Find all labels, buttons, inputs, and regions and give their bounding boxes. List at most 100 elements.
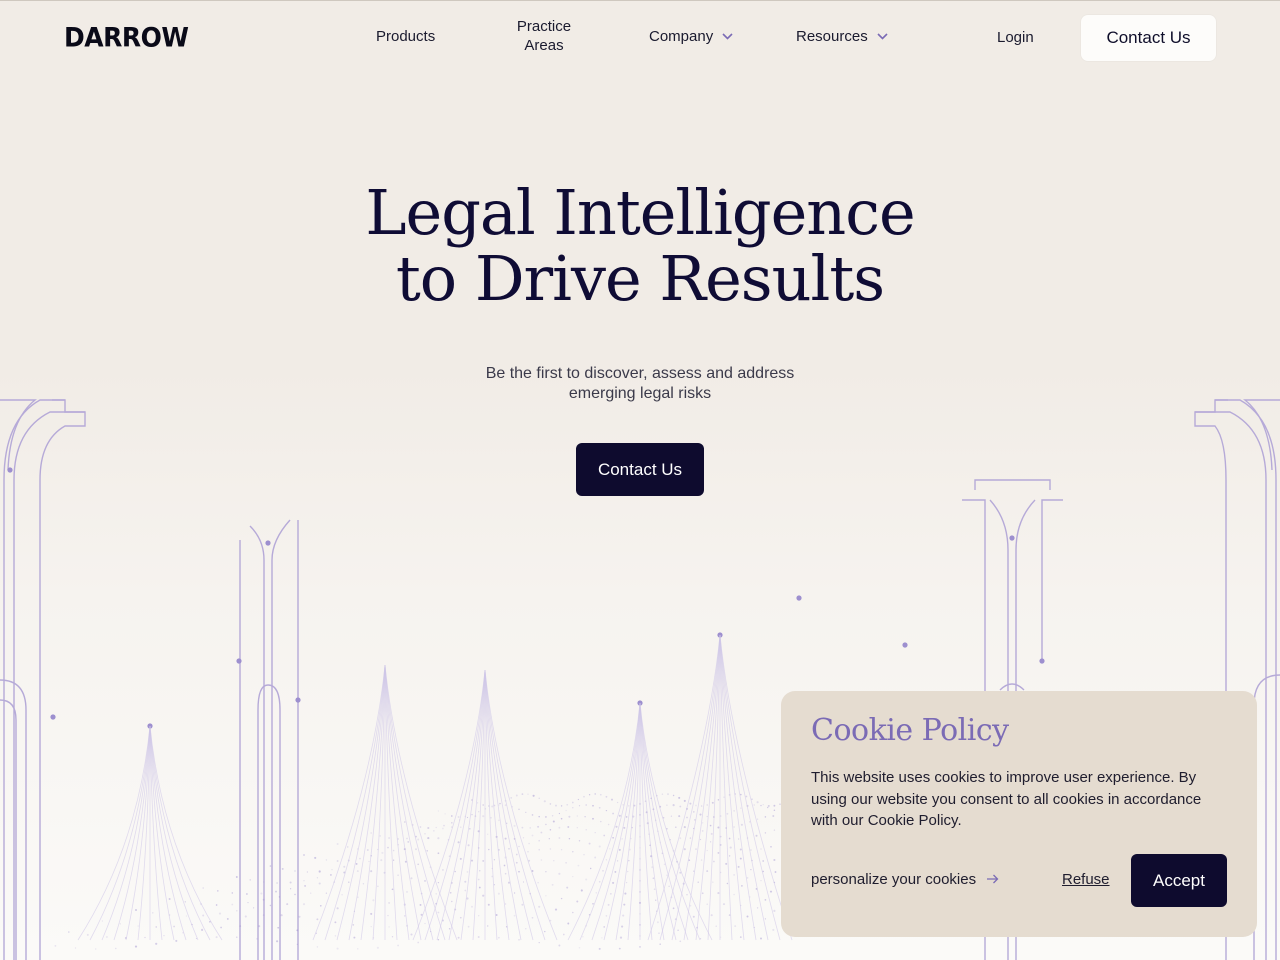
nav-contact-button[interactable]: Contact Us bbox=[1081, 15, 1216, 61]
decor-dot bbox=[545, 823, 547, 826]
decor-dot bbox=[484, 808, 487, 810]
decor-dot bbox=[247, 902, 249, 904]
decor-dot bbox=[560, 849, 563, 851]
decor-dot bbox=[764, 816, 767, 818]
decor-dot bbox=[611, 798, 613, 801]
decor-dot bbox=[105, 936, 108, 938]
decor-dot bbox=[772, 814, 775, 818]
decor-dot bbox=[661, 852, 664, 855]
decor-dot bbox=[262, 914, 265, 917]
decor-dot bbox=[686, 816, 688, 819]
decor-dot bbox=[119, 923, 121, 925]
decor-dot bbox=[672, 804, 675, 807]
decor-dot bbox=[513, 824, 516, 827]
decor-dot bbox=[471, 905, 473, 908]
darrow-logo[interactable]: DARROW bbox=[64, 22, 189, 52]
decor-spike bbox=[719, 634, 745, 941]
decor-dot bbox=[709, 841, 712, 843]
decor-dot bbox=[602, 870, 604, 872]
decor-node bbox=[796, 595, 802, 601]
decor-dot bbox=[366, 849, 369, 851]
nav-practice-areas[interactable]: Practice Areas bbox=[508, 17, 580, 55]
decor-dot bbox=[314, 856, 317, 859]
decor-dot bbox=[592, 903, 594, 905]
decor-dot bbox=[380, 859, 383, 862]
decor-dot bbox=[499, 802, 501, 805]
decor-dot bbox=[403, 848, 406, 851]
decor-dot bbox=[676, 860, 678, 863]
decor-dot bbox=[729, 846, 732, 849]
decor-dot bbox=[420, 892, 423, 895]
decor-dot bbox=[639, 847, 641, 849]
decor-dot bbox=[95, 948, 97, 950]
decor-dot bbox=[733, 810, 735, 812]
decor-dot bbox=[755, 888, 758, 890]
nav-products[interactable]: Products bbox=[376, 27, 435, 46]
decor-dot bbox=[403, 915, 406, 917]
decor-spike bbox=[113, 725, 151, 941]
decor-dot bbox=[357, 948, 359, 950]
decor-dot bbox=[491, 875, 494, 878]
personalize-cookies-link[interactable]: personalize your cookies bbox=[811, 871, 999, 888]
login-link[interactable]: Login bbox=[997, 29, 1034, 46]
decor-dot bbox=[692, 811, 695, 813]
decor-dot bbox=[652, 877, 655, 880]
refuse-cookies-link[interactable]: Refuse bbox=[1062, 871, 1110, 888]
decor-dot bbox=[347, 859, 350, 862]
decor-dot bbox=[134, 908, 138, 912]
decor-dot bbox=[652, 808, 655, 811]
decor-dot bbox=[199, 902, 203, 906]
decor-dot bbox=[651, 866, 654, 869]
decor-dot bbox=[201, 928, 204, 931]
decor-dot bbox=[622, 914, 625, 917]
decor-dot bbox=[424, 832, 426, 835]
nav-company[interactable]: Company bbox=[649, 27, 733, 46]
decor-dot bbox=[662, 816, 665, 819]
decor-dot bbox=[578, 947, 581, 949]
decor-dot bbox=[525, 811, 527, 813]
decor-node bbox=[637, 700, 643, 706]
decor-dot bbox=[276, 940, 279, 943]
decor-dot bbox=[101, 920, 104, 922]
decor-dot bbox=[600, 820, 602, 823]
nav-products-label: Products bbox=[376, 28, 436, 45]
decor-node bbox=[50, 714, 56, 720]
decor-dot bbox=[529, 892, 531, 895]
decor-dot bbox=[236, 936, 238, 938]
nav-resources-label: Resources bbox=[796, 28, 868, 45]
accept-cookies-button[interactable]: Accept bbox=[1131, 854, 1227, 907]
decor-dot bbox=[607, 903, 610, 906]
decor-spike bbox=[77, 725, 151, 941]
decor-dot bbox=[722, 903, 726, 906]
nav-resources[interactable]: Resources bbox=[796, 27, 888, 46]
decor-dot bbox=[645, 811, 648, 814]
decor-dot bbox=[583, 795, 585, 798]
decor-dot bbox=[739, 848, 742, 851]
decor-dot bbox=[755, 834, 758, 837]
decor-dot bbox=[518, 938, 520, 941]
decor-dot bbox=[653, 888, 656, 891]
decor-dot bbox=[437, 939, 440, 941]
decor-spike bbox=[384, 664, 422, 941]
decor-dot bbox=[592, 804, 594, 807]
decor-spike bbox=[101, 725, 151, 941]
hero-contact-button[interactable]: Contact Us bbox=[576, 443, 704, 496]
decor-dot bbox=[518, 808, 520, 811]
decor-dot bbox=[689, 837, 692, 839]
decor-dot bbox=[639, 913, 641, 915]
decor-dot bbox=[195, 937, 198, 940]
decor-dot bbox=[659, 805, 662, 808]
decor-dot bbox=[478, 915, 480, 917]
decor-dot bbox=[441, 919, 444, 922]
decor-dot bbox=[504, 856, 507, 859]
decor-spike bbox=[659, 634, 721, 941]
decor-dot bbox=[236, 910, 238, 912]
decor-dot bbox=[260, 892, 263, 895]
decor-spike bbox=[639, 702, 713, 941]
decor-dot bbox=[577, 864, 580, 867]
decor-dot bbox=[507, 881, 511, 884]
decor-dot bbox=[182, 932, 184, 934]
decor-spike bbox=[719, 634, 733, 941]
decor-dot bbox=[560, 805, 563, 807]
decor-dot bbox=[693, 827, 695, 830]
